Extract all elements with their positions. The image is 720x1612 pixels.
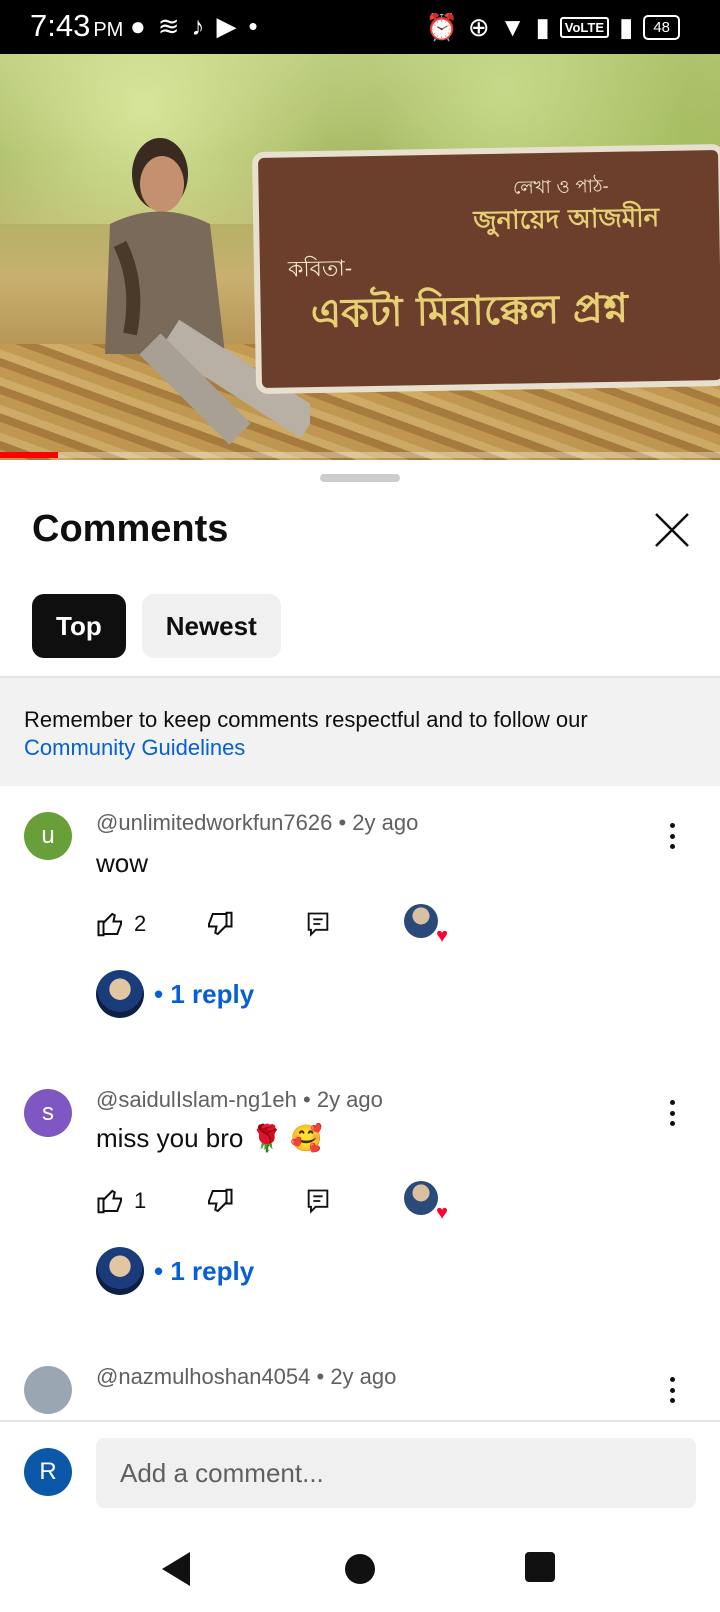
like-button[interactable]: 1 — [96, 1181, 146, 1221]
avatar[interactable]: s — [24, 1089, 72, 1137]
back-icon[interactable] — [162, 1552, 190, 1586]
reply-icon — [307, 1189, 329, 1214]
view-replies-button[interactable]: • 1 reply — [96, 970, 254, 1018]
heart-icon: ♥ — [436, 1202, 448, 1224]
comment-item: @nazmulhoshan4054 • 2y ago — [0, 1340, 720, 1418]
drag-handle[interactable] — [320, 474, 400, 482]
comment-author[interactable]: @unlimitedworkfun7626 — [96, 810, 332, 835]
battery-icon: 48 — [643, 14, 680, 40]
more-notifications-icon: • — [248, 11, 258, 41]
creator-heart-avatar: ♥ — [404, 904, 448, 946]
messenger-icon: ● — [130, 11, 146, 41]
reply-count: 1 reply — [170, 1255, 255, 1286]
thumbs-down-icon — [208, 1188, 233, 1213]
more-options-icon[interactable] — [660, 1374, 684, 1406]
comment-actions: 1 ♥ — [96, 1181, 456, 1223]
sort-tabs: Top Newest — [32, 594, 281, 658]
dislike-button[interactable] — [204, 1181, 234, 1221]
system-nav-bar — [0, 1532, 720, 1612]
alarm-icon: ⏰ — [425, 12, 458, 42]
add-comment-bar: R Add a comment... — [0, 1420, 720, 1532]
banner-poem-title: একটা মিরাক্কেল প্রশ্ন — [310, 284, 629, 338]
avatar — [96, 970, 144, 1018]
like-count: 1 — [134, 1188, 147, 1213]
comment-author[interactable]: @saidulIslam-ng1eh — [96, 1087, 297, 1112]
add-comment-input[interactable]: Add a comment... — [96, 1438, 696, 1508]
guidelines-text: Remember to keep comments respectful and… — [24, 707, 588, 732]
tiktok-icon: ♪ — [191, 11, 205, 41]
comment-actions: 2 ♥ — [96, 904, 456, 946]
video-progress-bar[interactable] — [0, 452, 720, 458]
status-bar: 7:43 PM ● ≋ ♪ ▶ • ⏰ ⊕ ▼ ▮ VoLTE ▮ 48 — [0, 0, 720, 54]
video-player[interactable]: লেখা ও পাঠ- জুনায়েদ আজমীন কবিতা- একটা ম… — [0, 54, 720, 460]
clock: 7:43 PM — [30, 8, 124, 43]
like-button[interactable]: 2 — [96, 904, 146, 944]
system-icons: ⏰ ⊕ ▼ ▮ VoLTE ▮ 48 — [426, 11, 680, 43]
notification-icons: ● ≋ ♪ ▶ • — [130, 10, 258, 42]
video-title-banner: লেখা ও পাঠ- জুনায়েদ আজমীন কবিতা- একটা ম… — [258, 150, 720, 388]
recents-icon[interactable] — [525, 1552, 555, 1582]
community-guidelines-link[interactable]: Community Guidelines — [24, 734, 696, 762]
video-progress-fill — [0, 452, 58, 458]
tab-newest[interactable]: Newest — [141, 594, 281, 658]
guidelines-notice: Remember to keep comments respectful and… — [0, 676, 720, 786]
thumbs-up-icon — [97, 1189, 122, 1214]
more-options-icon[interactable] — [660, 1097, 684, 1129]
comment-meta: @nazmulhoshan4054 • 2y ago — [96, 1364, 397, 1389]
creator-heart-avatar: ♥ — [404, 1181, 448, 1223]
comment-age: 2y ago — [316, 1087, 383, 1112]
thumbs-up-icon — [97, 912, 122, 937]
view-replies-button[interactable]: • 1 reply — [96, 1247, 254, 1295]
tab-top[interactable]: Top — [32, 594, 126, 658]
sheet-title: Comments — [32, 508, 229, 550]
signal-icon: ▮ — [619, 12, 634, 42]
heart-icon: ♥ — [436, 925, 448, 947]
avatar[interactable]: u — [24, 812, 72, 860]
data-saver-icon: ⊕ — [467, 12, 490, 42]
avatar[interactable] — [24, 1366, 72, 1414]
wifi-calling-icon: ≋ — [157, 11, 180, 41]
reply-button[interactable] — [304, 1181, 332, 1221]
reply-icon — [307, 912, 329, 937]
comment-age: 2y ago — [352, 810, 419, 835]
home-icon[interactable] — [345, 1554, 375, 1584]
reply-button[interactable] — [304, 904, 332, 944]
close-icon[interactable] — [650, 508, 694, 552]
comment-text: miss you bro 🌹 🥰 — [96, 1123, 323, 1153]
reply-count: 1 reply — [170, 978, 255, 1009]
avatar — [96, 1247, 144, 1295]
comment-meta: @saidulIslam-ng1eh • 2y ago — [96, 1087, 383, 1112]
dislike-button[interactable] — [204, 904, 234, 944]
banner-author: জুনায়েদ আজমীন — [473, 203, 660, 237]
more-options-icon[interactable] — [660, 820, 684, 852]
comment-age: 2y ago — [330, 1364, 397, 1389]
thumbs-down-icon — [208, 911, 233, 936]
signal-icon: ▮ — [535, 12, 550, 42]
comment-author[interactable]: @nazmulhoshan4054 — [96, 1364, 310, 1389]
wifi-icon: ▼ — [499, 12, 526, 42]
comment-meta: @unlimitedworkfun7626 • 2y ago — [96, 810, 419, 835]
like-count: 2 — [134, 911, 147, 936]
youtube-icon: ▶ — [216, 11, 237, 41]
volte-badge: VoLTE — [559, 16, 609, 38]
comment-text: wow — [96, 848, 149, 878]
avatar[interactable]: R — [24, 1448, 72, 1496]
